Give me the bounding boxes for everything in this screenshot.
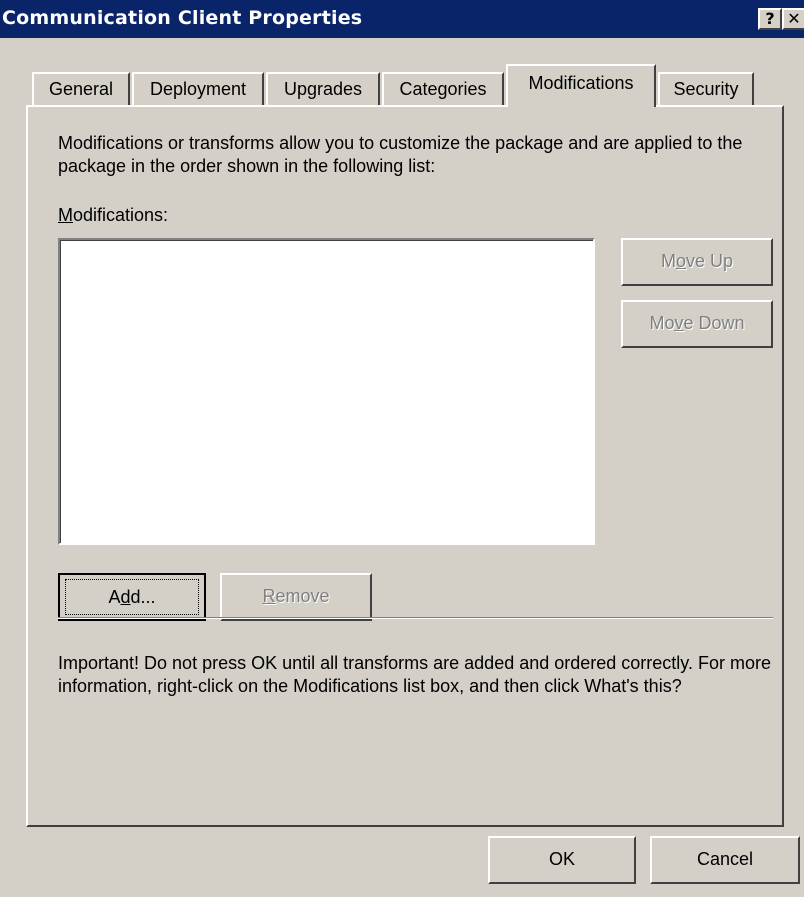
modifications-label: Modifications: — [58, 205, 169, 225]
tab-label: General — [48, 79, 114, 99]
help-icon: ? — [765, 9, 775, 28]
tab-label: Categories — [399, 79, 487, 99]
focus-rect: Add... — [65, 579, 199, 615]
tab-label: Upgrades — [283, 79, 363, 99]
tab-deployment[interactable]: Deployment — [132, 72, 264, 106]
tab-label: Deployment — [149, 79, 247, 99]
move-up-button[interactable]: Move Up — [621, 238, 773, 286]
tab-upgrades[interactable]: Upgrades — [266, 72, 380, 106]
add-button[interactable]: Add... — [58, 573, 206, 621]
close-button[interactable]: ✕ — [782, 8, 804, 30]
tab-modifications[interactable]: Modifications — [506, 64, 656, 107]
modifications-listbox[interactable] — [58, 238, 595, 545]
window-title: Communication Client Properties — [2, 7, 363, 29]
ok-button[interactable]: OK — [488, 836, 636, 884]
help-button[interactable]: ? — [758, 8, 782, 30]
tab-label: Security — [673, 79, 739, 99]
cancel-button[interactable]: Cancel — [650, 836, 800, 884]
tab-general[interactable]: General — [32, 72, 130, 106]
tab-categories[interactable]: Categories — [382, 72, 504, 106]
divider — [58, 617, 773, 619]
move-down-button[interactable]: Move Down — [621, 300, 773, 348]
title-bar[interactable]: Communication Client Properties ? ✕ — [0, 0, 804, 38]
tab-label: Modifications — [528, 73, 634, 93]
remove-button[interactable]: Remove — [220, 573, 372, 621]
description-text: Modifications or transforms allow you to… — [58, 133, 743, 176]
important-note: Important! Do not press OK until all tra… — [58, 653, 771, 696]
close-icon: ✕ — [787, 9, 801, 28]
tab-security[interactable]: Security — [658, 72, 754, 106]
